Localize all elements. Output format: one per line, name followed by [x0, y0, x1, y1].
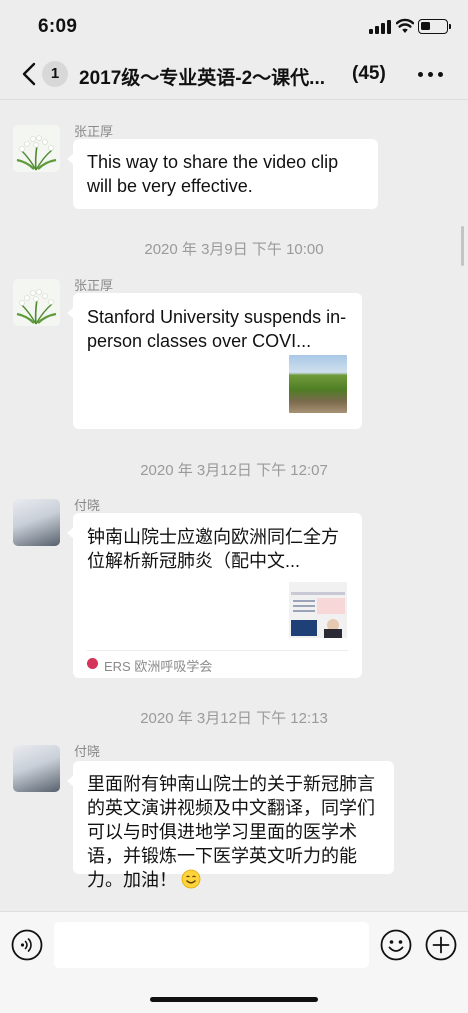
message-text: This way to share the video clip will be… — [87, 152, 339, 196]
signal-icon — [369, 20, 391, 34]
sender-name: 付晓 — [74, 498, 101, 513]
article-thumbnail — [289, 582, 347, 638]
status-time: 6:09 — [38, 16, 78, 37]
message-input[interactable] — [54, 922, 369, 968]
wifi-icon — [396, 18, 414, 33]
sender-name: 付晓 — [74, 744, 101, 759]
card-divider — [87, 650, 348, 651]
message-bubble[interactable]: This way to share the video clip will be… — [67, 139, 378, 209]
more-dots-icon[interactable] — [418, 72, 443, 77]
timestamp: 2020 年 3月9日 下午 10:00 — [144, 241, 324, 258]
chevron-left-icon[interactable] — [20, 62, 38, 86]
message-bubble[interactable]: 里面附有钟南山院士的关于新冠肺言的英文演讲视频及中文翻译，同学们可以与时俱进地学… — [67, 761, 394, 890]
message-text: 里面附有钟南山院士的关于新冠肺言的英文演讲视频及中文翻译，同学们可以与时俱进地学… — [87, 774, 375, 890]
avatar[interactable] — [13, 279, 60, 326]
chat-header: 1 2017级～专业英语-2～课代... (45) — [0, 48, 468, 100]
source-label: ERS 欧洲呼吸学会 — [104, 659, 213, 674]
smile-emoji-icon — [181, 869, 201, 889]
timestamp: 2020 年 3月12日 下午 12:13 — [140, 710, 328, 727]
emoji-icon[interactable] — [380, 929, 412, 961]
message-list[interactable]: 张正厚 This way to share the video clip wil… — [0, 101, 468, 911]
article-card-title: 钟南山院士应邀向欧洲同仁全方位解析新冠肺炎（配中文... — [87, 527, 339, 571]
battery-icon — [418, 19, 451, 34]
sender-name: 张正厚 — [74, 278, 114, 293]
source-logo-icon — [87, 658, 98, 669]
chat-title[interactable]: 2017级～专业英语-2～课代... — [79, 63, 325, 90]
status-bar: 6:09 — [0, 0, 468, 48]
link-card[interactable]: Stanford University suspends in-person c… — [67, 293, 362, 429]
avatar[interactable] — [13, 125, 60, 172]
input-bar — [0, 911, 468, 1013]
sender-name: 张正厚 — [74, 124, 114, 139]
avatar[interactable] — [13, 499, 60, 546]
voice-icon[interactable] — [11, 929, 43, 961]
avatar[interactable] — [13, 745, 60, 792]
article-card[interactable]: 钟南山院士应邀向欧洲同仁全方位解析新冠肺炎（配中文... ERS 欧洲呼吸学会 — [67, 513, 362, 678]
link-card-title: Stanford University suspends in-person c… — [87, 307, 347, 351]
timestamp: 2020 年 3月12日 下午 12:07 — [140, 462, 328, 479]
link-thumbnail — [289, 355, 347, 413]
plus-icon[interactable] — [425, 929, 457, 961]
unread-count-badge[interactable]: 1 — [42, 61, 68, 87]
home-indicator — [150, 997, 318, 1002]
member-count[interactable]: (45) — [352, 63, 386, 85]
